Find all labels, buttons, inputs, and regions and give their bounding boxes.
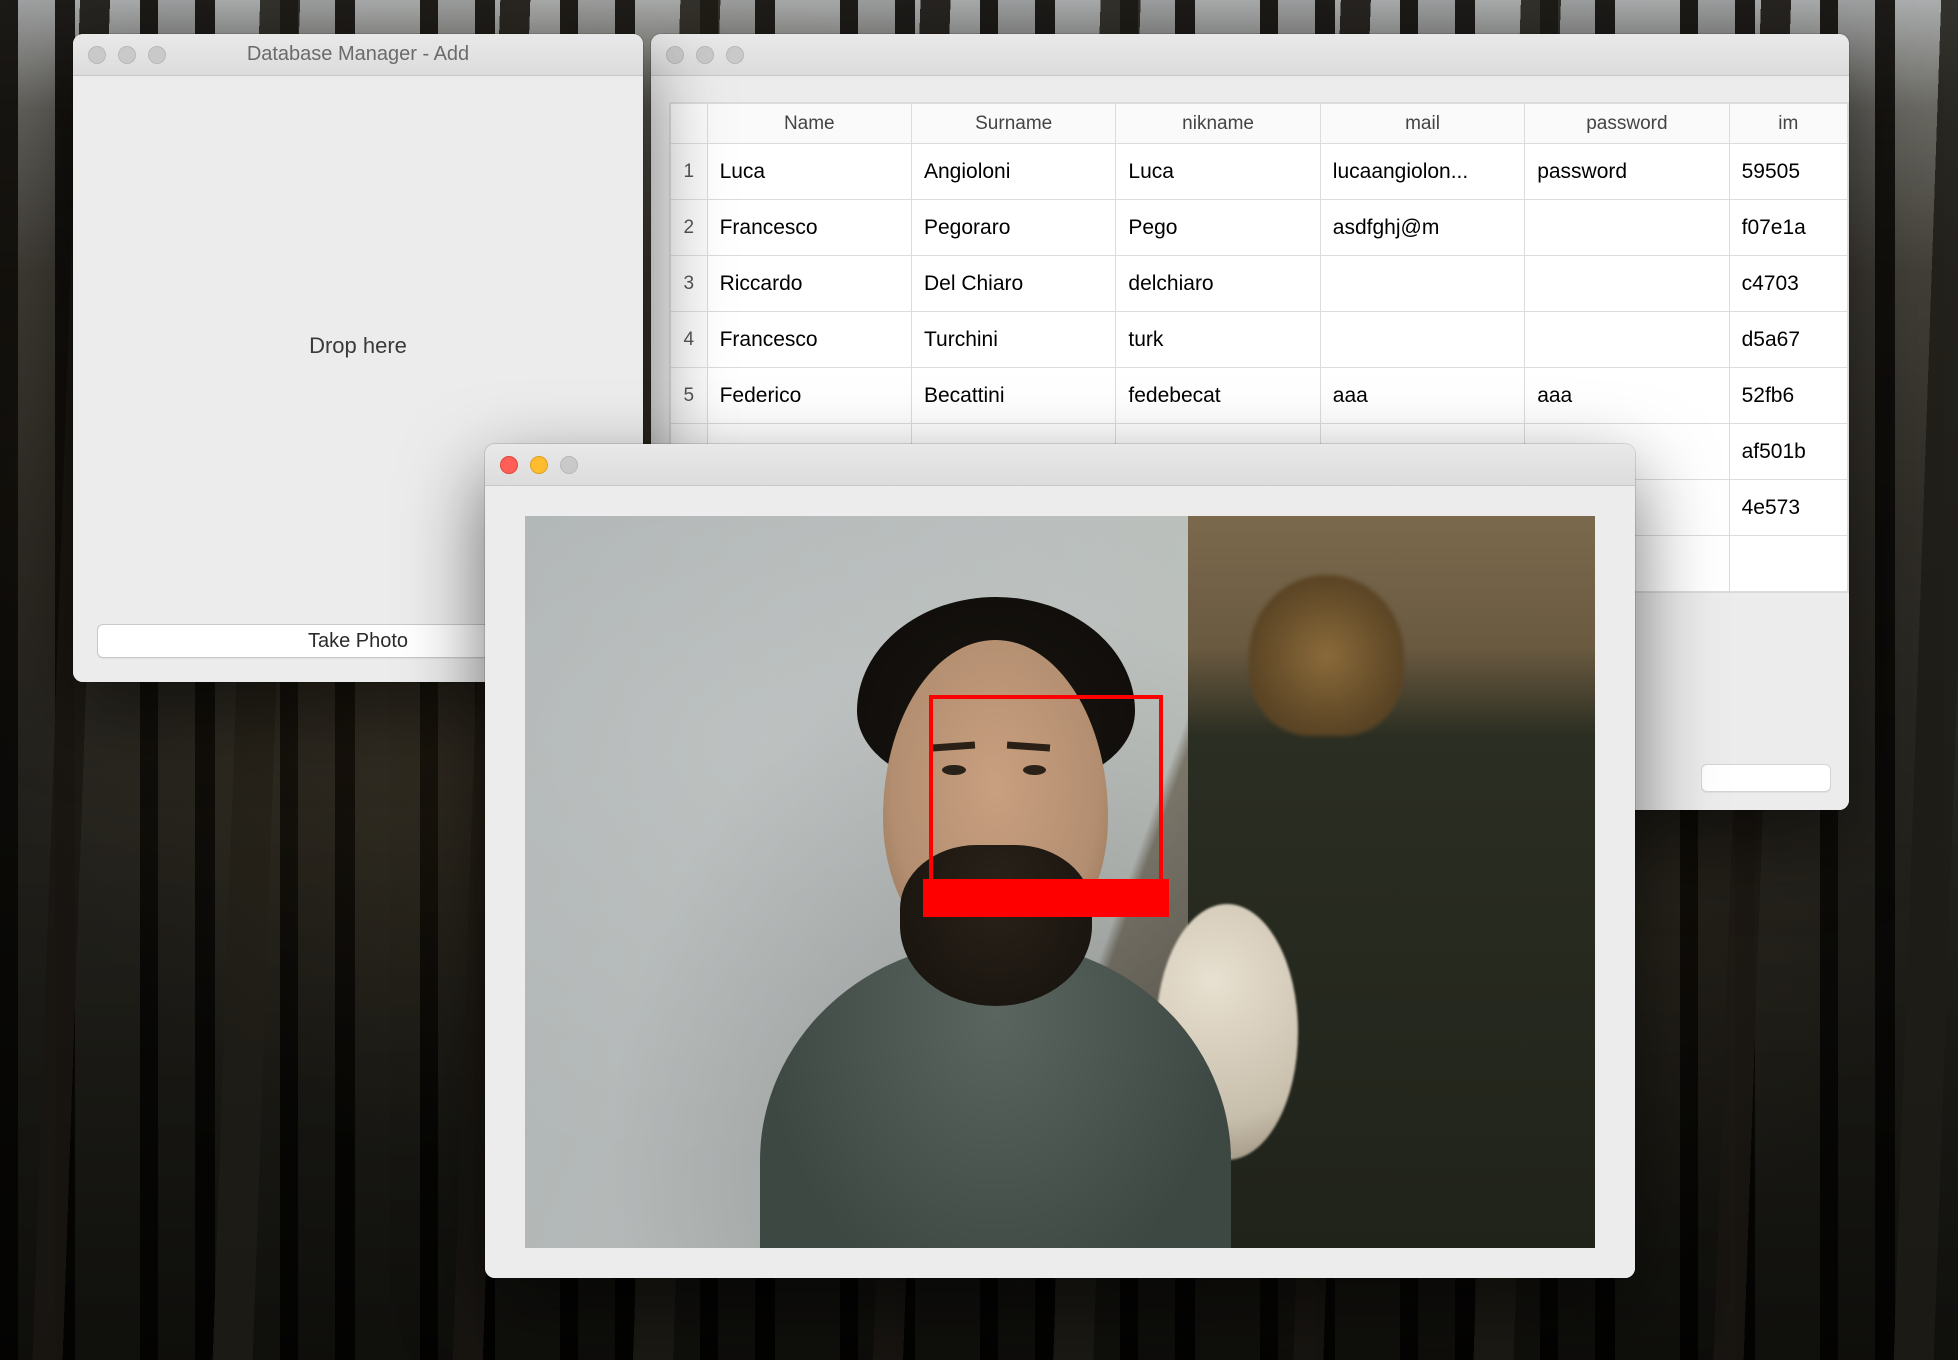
row-number-cell: 5 [671,368,708,424]
traffic-lights [651,46,744,64]
table-cell[interactable]: fedebecat [1116,368,1320,424]
table-header-row: Name Surname nikname mail password im [671,104,1848,144]
table-row[interactable]: 4FrancescoTurchiniturk d5a67 [671,312,1848,368]
table-cell[interactable]: c4703 [1729,256,1847,312]
row-number-header [671,104,708,144]
table-row[interactable]: 1LucaAngioloniLucalucaangiolon...passwor… [671,144,1848,200]
camera-preview-window[interactable] [485,444,1635,1278]
table-cell[interactable]: aaa [1525,368,1729,424]
table-cell[interactable] [1320,312,1524,368]
table-row[interactable]: 2FrancescoPegoraroPegoasdfghj@m f07e1a [671,200,1848,256]
table-cell[interactable]: Luca [1116,144,1320,200]
table-cell[interactable]: Francesco [707,200,911,256]
bottom-button[interactable] [1701,764,1831,792]
table-cell[interactable]: 59505 [1729,144,1847,200]
face-detection-box [929,695,1162,895]
table-cell[interactable]: Turchini [911,312,1115,368]
traffic-lights [73,46,166,64]
table-cell[interactable] [1525,200,1729,256]
table-cell[interactable]: asdfghj@m [1320,200,1524,256]
table-cell[interactable]: d5a67 [1729,312,1847,368]
row-number-cell: 3 [671,256,708,312]
table-cell[interactable]: delchiaro [1116,256,1320,312]
background-coat [1188,516,1595,1248]
table-cell[interactable]: af501b [1729,424,1847,480]
table-cell[interactable]: 52fb6 [1729,368,1847,424]
column-header-mail[interactable]: mail [1320,104,1524,144]
close-icon[interactable] [88,46,106,64]
column-header-surname[interactable]: Surname [911,104,1115,144]
drop-label: Drop here [309,333,407,359]
zoom-icon[interactable] [560,456,578,474]
minimize-icon[interactable] [696,46,714,64]
table-cell[interactable]: aaa [1320,368,1524,424]
minimize-icon[interactable] [530,456,548,474]
column-header-password[interactable]: password [1525,104,1729,144]
table-cell[interactable]: Pegoraro [911,200,1115,256]
table-cell[interactable]: Riccardo [707,256,911,312]
face-detection-label [923,879,1169,917]
row-number-cell: 4 [671,312,708,368]
minimize-icon[interactable] [118,46,136,64]
table-cell[interactable]: Becattini [911,368,1115,424]
table-cell[interactable]: password [1525,144,1729,200]
traffic-lights [485,456,578,474]
zoom-icon[interactable] [726,46,744,64]
titlebar[interactable] [651,34,1849,76]
table-row[interactable]: 5FedericoBecattinifedebecataaaaaa52fb6 [671,368,1848,424]
column-header-im[interactable]: im [1729,104,1847,144]
close-icon[interactable] [500,456,518,474]
table-cell[interactable]: 4e573 [1729,480,1847,536]
table-cell[interactable] [1729,536,1847,592]
table-cell[interactable]: Luca [707,144,911,200]
titlebar[interactable] [485,444,1635,486]
table-cell[interactable]: Pego [1116,200,1320,256]
camera-feed [525,516,1595,1248]
table-cell[interactable] [1525,256,1729,312]
table-cell[interactable]: f07e1a [1729,200,1847,256]
table-cell[interactable]: turk [1116,312,1320,368]
table-cell[interactable]: Del Chiaro [911,256,1115,312]
column-header-name[interactable]: Name [707,104,911,144]
table-cell[interactable] [1320,256,1524,312]
take-photo-label: Take Photo [308,630,408,653]
close-icon[interactable] [666,46,684,64]
table-cell[interactable]: Francesco [707,312,911,368]
table-cell[interactable]: lucaangiolon... [1320,144,1524,200]
row-number-cell: 1 [671,144,708,200]
table-cell[interactable]: Angioloni [911,144,1115,200]
column-header-nikname[interactable]: nikname [1116,104,1320,144]
row-number-cell: 2 [671,200,708,256]
table-cell[interactable]: Federico [707,368,911,424]
table-cell[interactable] [1525,312,1729,368]
table-row[interactable]: 3RiccardoDel Chiarodelchiaro c4703 [671,256,1848,312]
titlebar[interactable]: Database Manager - Add [73,34,643,76]
zoom-icon[interactable] [148,46,166,64]
